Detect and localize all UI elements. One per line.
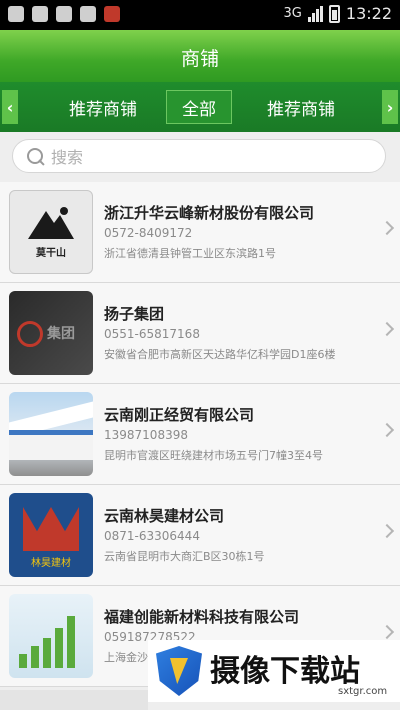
search-input[interactable] [51, 146, 371, 168]
calendar-icon [104, 6, 120, 22]
chevron-right-icon [382, 624, 392, 640]
ring-logo-icon [17, 321, 43, 347]
shop-address: 安徽省合肥市高新区天达路华亿科学园D1座6楼 [104, 348, 336, 361]
chevron-right-icon [382, 220, 392, 236]
shop-logo-text: 林昊建材 [31, 558, 71, 569]
mail-icon [56, 6, 72, 22]
m-logo-icon [23, 507, 79, 551]
shield-logo-icon [156, 646, 202, 696]
page-title: 商铺 [180, 48, 219, 70]
list-item[interactable]: 集团 扬子集团 0551-65817168 安徽省合肥市高新区天达路华亿科学园D… [0, 283, 400, 384]
chevron-right-icon [382, 523, 392, 539]
bar-chart-icon [19, 612, 83, 668]
battery-icon [328, 4, 340, 23]
search-bar [0, 132, 400, 182]
shop-logo: 林昊建材 [9, 493, 93, 577]
image-icon [80, 6, 96, 22]
shop-name: 云南林昊建材公司 [104, 507, 225, 525]
status-bar: 3G 13:22 [0, 0, 400, 30]
list-item[interactable]: 莫干山 浙江升华云峰新材股份有限公司 0572-8409172 浙江省德清县钟管… [0, 182, 400, 283]
network-type: 3G [283, 6, 302, 21]
search-box[interactable] [12, 139, 386, 173]
list-item[interactable]: 林昊建材 云南林昊建材公司 0871-63306444 云南省昆明市大商汇B区3… [0, 485, 400, 586]
tab-bar: ‹ 推荐商铺 全部 推荐商铺 › [0, 82, 400, 132]
list-item[interactable]: 云南刚正经贸有限公司 13987108398 昆明市官渡区旺绕建材市场五号门7幢… [0, 384, 400, 485]
chevron-right-icon [382, 321, 392, 337]
shop-logo [9, 594, 93, 678]
search-icon [27, 148, 45, 166]
shop-phone: 13987108398 [104, 428, 188, 442]
clock: 13:22 [345, 4, 392, 23]
app-header: 商铺 [0, 30, 400, 82]
shop-address: 上海金沙 [104, 651, 148, 664]
chevron-right-icon [382, 422, 392, 438]
shop-logo: 莫干山 [9, 190, 93, 274]
app-icon [8, 6, 24, 22]
system-indicators: 3G 13:22 [284, 4, 392, 23]
building-wall [9, 430, 93, 460]
shop-name: 云南刚正经贸有限公司 [104, 406, 255, 424]
shop-address: 浙江省德清县钟管工业区东滨路1号 [104, 247, 276, 260]
mountain-logo-icon [28, 207, 74, 239]
shop-photo [9, 392, 93, 476]
tab-recommended-right[interactable]: 推荐商铺 [246, 90, 356, 124]
watermark-url: sxtgr.com [338, 686, 388, 697]
watermark-title: 摄像下载站 [210, 654, 360, 689]
shop-name: 福建创能新材料科技有限公司 [104, 608, 300, 626]
shop-name: 扬子集团 [104, 305, 165, 323]
bottom-bar [0, 690, 148, 710]
notification-icons [8, 6, 120, 22]
shop-logo-text: 集团 [47, 326, 75, 342]
shop-phone: 0551-65817168 [104, 327, 200, 341]
tab-scroll-right-button[interactable]: › [382, 90, 398, 124]
tab-recommended-left[interactable]: 推荐商铺 [48, 90, 158, 124]
gallery-icon [32, 6, 48, 22]
shop-name: 浙江升华云峰新材股份有限公司 [104, 204, 315, 222]
shop-address: 昆明市官渡区旺绕建材市场五号门7幢3至4号 [104, 449, 323, 462]
shop-phone: 0871-63306444 [104, 529, 200, 543]
tab-scroll-left-button[interactable]: ‹ [2, 90, 18, 124]
shop-logo: 集团 [9, 291, 93, 375]
signal-icon [307, 5, 323, 22]
tab-all[interactable]: 全部 [166, 90, 232, 124]
shop-phone: 0572-8409172 [104, 226, 193, 240]
shop-list: 莫干山 浙江升华云峰新材股份有限公司 0572-8409172 浙江省德清县钟管… [0, 182, 400, 687]
shop-address: 云南省昆明市大商汇B区30栋1号 [104, 550, 265, 563]
shop-logo-text: 莫干山 [36, 248, 66, 259]
watermark: 摄像下载站 sxtgr.com [148, 640, 400, 702]
